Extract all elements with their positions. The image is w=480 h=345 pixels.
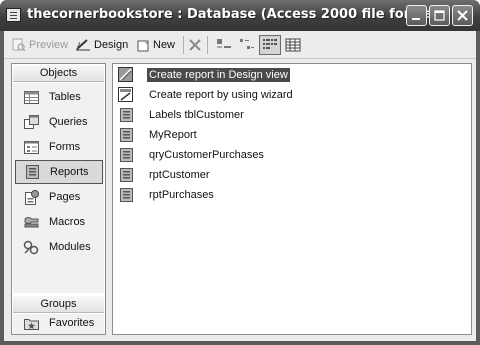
report-icon	[118, 107, 134, 123]
query-icon	[23, 114, 39, 130]
objects-item-label: Forms	[49, 141, 81, 153]
objects-item-pages[interactable]: Pages	[15, 185, 103, 209]
design-wizard-icon	[118, 67, 134, 83]
new-icon	[137, 38, 149, 52]
page-icon	[23, 189, 39, 205]
groups-group: Favorites	[13, 314, 104, 334]
toolbar-separator	[207, 36, 208, 54]
objects-bar: Objects Tables Queries Forms Reports Pag…	[11, 63, 106, 335]
macro-icon	[23, 214, 39, 230]
window-title: thecornerbookstore : Database (Access 20…	[27, 7, 445, 22]
list-view-icon	[263, 39, 277, 49]
favorites-folder-icon	[23, 315, 39, 331]
report-icon	[24, 164, 40, 180]
details-view-button[interactable]	[282, 35, 304, 55]
list-item-report[interactable]: MyReport	[118, 126, 199, 144]
minimize-button[interactable]	[406, 5, 427, 26]
objects-item-label: Modules	[49, 241, 91, 253]
report-wizard-icon	[118, 87, 134, 103]
module-icon	[23, 239, 39, 255]
objects-group: Tables Queries Forms Reports Pages Macro…	[13, 83, 104, 293]
objects-item-forms[interactable]: Forms	[15, 135, 103, 159]
close-button[interactable]	[452, 5, 473, 26]
database-window: thecornerbookstore : Database (Access 20…	[0, 0, 480, 345]
list-item-create-design[interactable]: Create report in Design view	[118, 66, 290, 84]
objects-item-label: Queries	[49, 116, 88, 128]
close-icon	[457, 10, 468, 21]
list-item-report[interactable]: rptCustomer	[118, 166, 212, 184]
large-icons-view-button[interactable]	[213, 35, 235, 55]
details-view-icon	[285, 38, 301, 52]
list-item-label: Create report in Design view	[147, 68, 290, 82]
design-button[interactable]: Design	[75, 36, 128, 54]
objects-item-label: Pages	[49, 191, 81, 203]
maximize-button[interactable]	[429, 5, 450, 26]
list-item-label: rptPurchases	[149, 189, 214, 201]
window-client-area: Preview Design New Objects Tables Querie…	[4, 31, 476, 341]
objects-item-modules[interactable]: Modules	[15, 235, 103, 259]
objects-item-macros[interactable]: Macros	[15, 210, 103, 234]
objects-item-label: Reports	[50, 166, 89, 178]
objects-group-header[interactable]: Objects	[13, 64, 104, 82]
table-icon	[23, 89, 39, 105]
delete-icon	[189, 39, 201, 51]
report-list: Create report in Design view Create repo…	[112, 63, 472, 335]
small-icons-view-button[interactable]	[236, 35, 258, 55]
list-item-label: MyReport	[149, 129, 197, 141]
list-item-create-wizard[interactable]: Create report by using wizard	[118, 86, 295, 104]
toolbar-separator	[183, 36, 184, 54]
maximize-icon	[434, 10, 445, 21]
list-item-report[interactable]: qryCustomerPurchases	[118, 146, 266, 164]
list-item-report[interactable]: Labels tblCustomer	[118, 106, 246, 124]
groups-item-label: Favorites	[49, 317, 95, 329]
report-icon	[118, 127, 134, 143]
list-item-label: Create report by using wizard	[149, 89, 293, 101]
preview-button[interactable]: Preview	[12, 36, 68, 54]
large-icons-icon	[217, 39, 231, 48]
database-toolbar: Preview Design New	[4, 31, 476, 59]
delete-button[interactable]	[188, 36, 205, 54]
groups-item-favorites[interactable]: Favorites	[15, 311, 103, 335]
preview-label: Preview	[29, 39, 69, 51]
title-bar[interactable]: thecornerbookstore : Database (Access 20…	[0, 0, 480, 31]
new-button[interactable]: New	[136, 36, 175, 54]
design-icon	[76, 39, 90, 51]
small-icons-icon	[240, 39, 254, 49]
objects-item-tables[interactable]: Tables	[15, 85, 103, 109]
new-label: New	[153, 39, 176, 51]
report-icon	[118, 187, 134, 203]
list-view-button[interactable]	[259, 35, 281, 55]
objects-item-label: Tables	[49, 91, 81, 103]
minimize-icon	[412, 18, 420, 20]
objects-item-label: Macros	[49, 216, 86, 228]
list-item-label: rptCustomer	[149, 169, 210, 181]
preview-icon	[12, 38, 26, 52]
objects-item-queries[interactable]: Queries	[15, 110, 103, 134]
list-item-label: qryCustomerPurchases	[149, 149, 264, 161]
report-icon	[118, 147, 134, 163]
database-window-icon[interactable]	[6, 8, 21, 22]
report-icon	[118, 167, 134, 183]
design-label: Design	[94, 39, 129, 51]
objects-item-reports[interactable]: Reports	[15, 160, 103, 184]
list-item-label: Labels tblCustomer	[149, 109, 244, 121]
form-icon	[23, 139, 39, 155]
list-item-report[interactable]: rptPurchases	[118, 186, 216, 204]
